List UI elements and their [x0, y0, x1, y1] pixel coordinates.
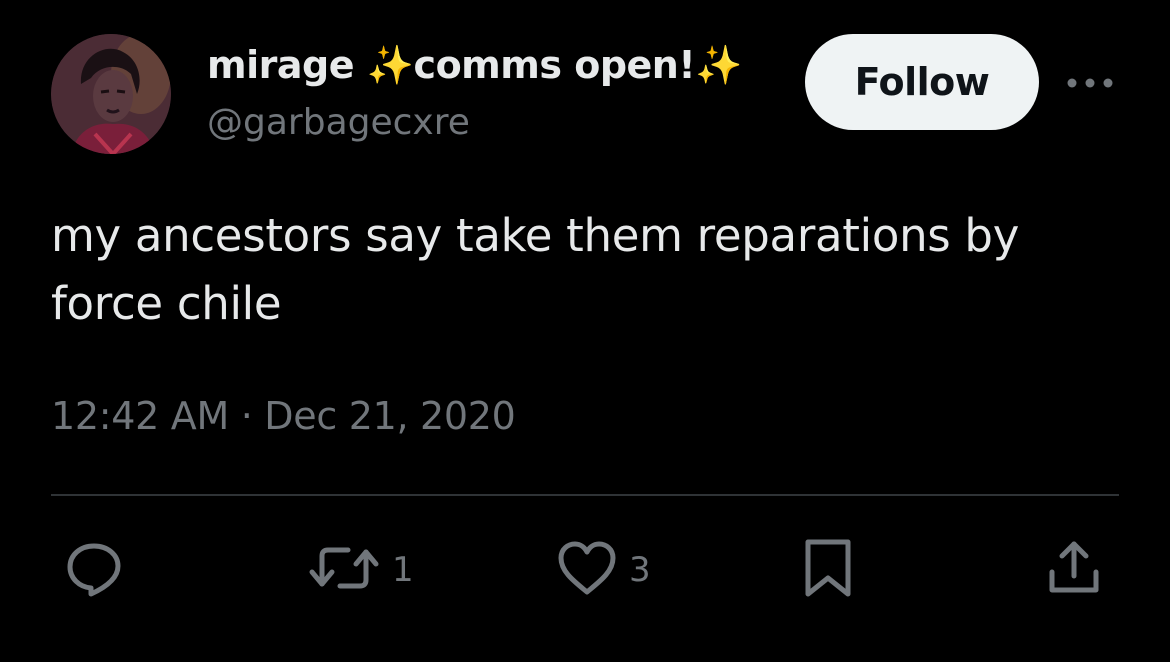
bookmark-icon: [800, 536, 856, 605]
heart-icon: [555, 538, 619, 603]
sparkles-icon: ✨: [366, 43, 414, 87]
like-count: 3: [629, 550, 651, 590]
tweet-card: mirage ✨comms open!✨ @garbagecxre Follow…: [0, 0, 1170, 662]
retweet-button[interactable]: 1: [306, 538, 414, 602]
display-name-suffix: comms open!: [413, 43, 696, 87]
tweet-timestamp[interactable]: 12:42 AM · Dec 21, 2020: [51, 390, 516, 442]
reply-bubble-icon: [64, 538, 124, 603]
retweet-icon: [306, 538, 382, 603]
retweet-count: 1: [392, 550, 414, 590]
user-handle[interactable]: @garbagecxre: [207, 100, 470, 146]
more-horizontal-icon[interactable]: [1064, 68, 1116, 98]
bookmark-button[interactable]: [800, 538, 856, 602]
display-name-text: mirage: [207, 43, 354, 87]
share-button[interactable]: [1044, 538, 1104, 602]
divider: [51, 494, 1119, 496]
avatar[interactable]: [51, 34, 171, 154]
reply-button[interactable]: [64, 538, 124, 602]
share-upload-icon: [1044, 536, 1104, 605]
display-name[interactable]: mirage ✨comms open!✨: [207, 40, 743, 90]
follow-button[interactable]: Follow: [805, 34, 1039, 130]
like-button[interactable]: 3: [555, 538, 651, 602]
tweet-text: my ancestors say take them reparations b…: [51, 209, 1020, 330]
sparkles-icon: ✨: [695, 43, 743, 87]
